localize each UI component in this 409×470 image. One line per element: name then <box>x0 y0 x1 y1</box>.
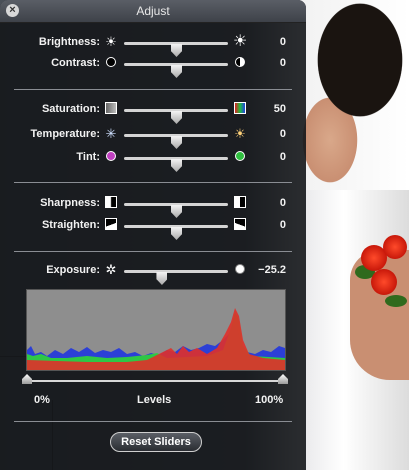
sun-large-icon[interactable]: ☀ <box>233 34 247 50</box>
temperature-slider[interactable] <box>124 134 228 149</box>
temperature-label: Temperature: <box>30 128 100 140</box>
levels-slider[interactable] <box>27 380 283 382</box>
straighten-slider-thumb[interactable] <box>171 227 182 240</box>
brightness-label: Brightness: <box>38 36 100 48</box>
aperture-icon[interactable]: ✲ <box>104 263 118 277</box>
brightness-row: Brightness: ☀ ☀ 0 <box>0 34 306 57</box>
levels-black-point-thumb[interactable] <box>22 374 32 384</box>
saturation-gray-icon[interactable] <box>104 102 118 116</box>
straighten-slider[interactable] <box>124 225 228 240</box>
temperature-cool-icon[interactable]: ✳ <box>104 127 118 141</box>
temperature-slider-thumb[interactable] <box>171 136 182 149</box>
levels-white-point-thumb[interactable] <box>278 374 288 384</box>
exposure-label: Exposure: <box>46 264 100 276</box>
background-photo-bouquet <box>355 225 409 315</box>
histogram-graph <box>27 308 285 370</box>
saturation-slider-thumb[interactable] <box>171 111 182 124</box>
temperature-value: 0 <box>279 128 286 140</box>
straighten-left-icon[interactable] <box>104 218 118 232</box>
title-bar[interactable]: × Adjust <box>0 0 306 23</box>
divider <box>14 182 292 183</box>
contrast-label: Contrast: <box>51 57 100 69</box>
exposure-value: −25.2 <box>258 264 286 276</box>
contrast-high-icon[interactable] <box>233 56 247 70</box>
brightness-value: 0 <box>279 36 286 48</box>
sharpness-sharp-icon[interactable] <box>233 196 247 210</box>
levels-max-label: 100% <box>255 394 284 406</box>
temperature-row: Temperature: ✳ ☀ 0 <box>0 126 306 149</box>
divider <box>14 89 292 90</box>
tint-green-icon[interactable] <box>233 150 247 164</box>
divider <box>14 251 292 252</box>
tint-row: Tint: 0 <box>0 149 306 172</box>
straighten-row: Straighten: 0 <box>0 217 306 240</box>
contrast-value: 0 <box>279 57 286 69</box>
saturation-slider[interactable] <box>124 109 228 124</box>
reset-sliders-button[interactable]: Reset Sliders <box>110 432 202 452</box>
panel-title: Adjust <box>136 4 170 18</box>
exposure-dot-icon[interactable] <box>233 263 247 277</box>
contrast-slider[interactable] <box>124 63 228 78</box>
contrast-row: Contrast: 0 <box>0 55 306 78</box>
sharpness-value: 0 <box>279 197 286 209</box>
straighten-value: 0 <box>279 219 286 231</box>
tint-label: Tint: <box>76 151 100 163</box>
straighten-label: Straighten: <box>41 219 100 231</box>
sharpness-slider[interactable] <box>124 203 228 218</box>
levels-min-label: 0% <box>34 394 50 406</box>
tint-slider[interactable] <box>124 157 228 172</box>
contrast-slider-thumb[interactable] <box>171 65 182 78</box>
saturation-row: Saturation: 50 <box>0 101 306 124</box>
temperature-warm-icon[interactable]: ☀ <box>233 127 247 141</box>
adjust-panel: × Adjust Brightness: ☀ ☀ 0 Contrast: 0 S… <box>0 0 306 470</box>
tint-magenta-icon[interactable] <box>104 150 118 164</box>
sun-small-icon[interactable]: ☀ <box>104 35 118 49</box>
brightness-slider[interactable] <box>124 42 228 57</box>
saturation-label: Saturation: <box>41 103 100 115</box>
sharpness-row: Sharpness: 0 <box>0 195 306 218</box>
exposure-slider-thumb[interactable] <box>156 272 168 285</box>
contrast-low-icon[interactable] <box>104 56 118 70</box>
saturation-color-icon[interactable] <box>233 102 247 116</box>
tint-value: 0 <box>279 151 286 163</box>
tint-slider-thumb[interactable] <box>171 159 182 172</box>
sharpness-soft-icon[interactable] <box>104 196 118 210</box>
sharpness-label: Sharpness: <box>40 197 100 209</box>
exposure-row: Exposure: ✲ −25.2 <box>0 262 306 285</box>
exposure-slider[interactable] <box>124 270 228 285</box>
divider <box>14 421 292 422</box>
saturation-value: 50 <box>273 103 286 115</box>
levels-title-label: Levels <box>137 394 172 406</box>
levels-histogram <box>26 289 286 371</box>
straighten-right-icon[interactable] <box>233 218 247 232</box>
